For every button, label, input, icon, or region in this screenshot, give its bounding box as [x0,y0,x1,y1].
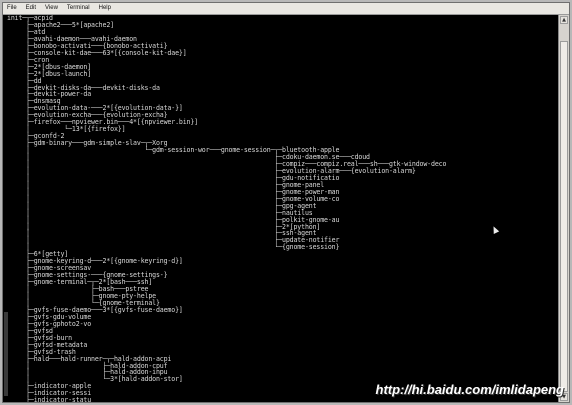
terminal-window: File Edit View Terminal Help init─┬─acpi… [2,2,570,403]
vertical-scrollbar[interactable]: ▲ ▼ [558,15,569,402]
menu-bar: File Edit View Terminal Help [3,3,569,15]
menu-help[interactable]: Help [99,3,111,14]
scrollbar-thumb[interactable] [560,41,568,392]
menu-file[interactable]: File [7,3,17,14]
left-edge-marker [4,312,8,396]
menu-view[interactable]: View [45,3,58,14]
terminal-line: ├─indicator-statu [7,396,92,402]
terminal-output[interactable]: init─┬─acpid ├─apache2───5*[apache2] ├─a… [3,15,559,402]
watermark-text: http://hi.baidu.com/imlidapeng [375,382,565,397]
scroll-up-arrow-icon[interactable]: ▲ [560,16,568,24]
menu-terminal[interactable]: Terminal [67,3,90,14]
menu-edit[interactable]: Edit [26,3,36,14]
